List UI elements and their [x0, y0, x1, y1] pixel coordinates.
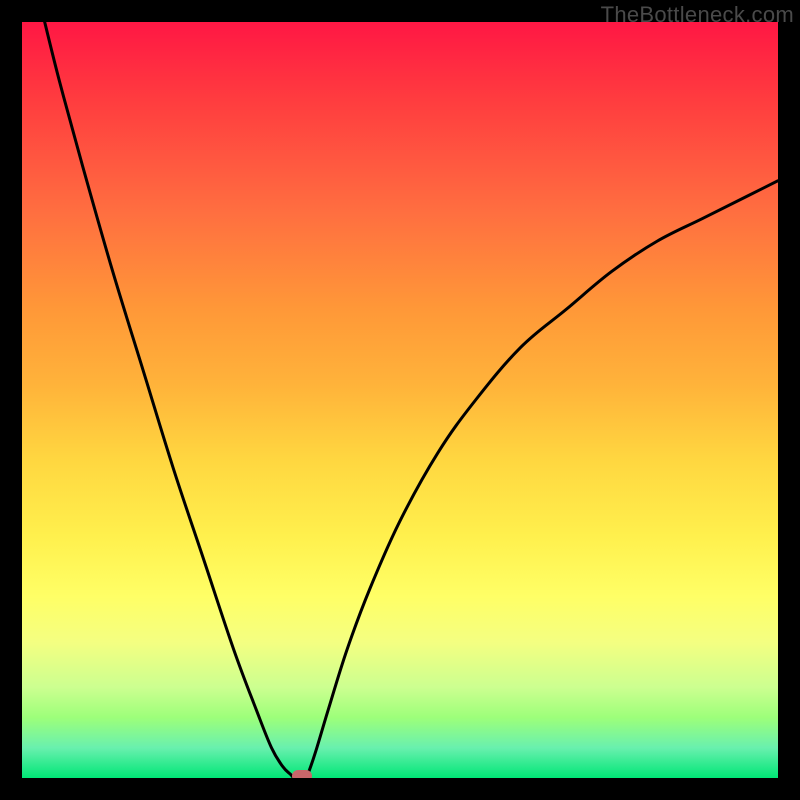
chart-area	[22, 22, 778, 778]
bottleneck-curve	[22, 22, 778, 778]
optimal-marker	[292, 770, 312, 778]
watermark-text: TheBottleneck.com	[601, 2, 794, 28]
